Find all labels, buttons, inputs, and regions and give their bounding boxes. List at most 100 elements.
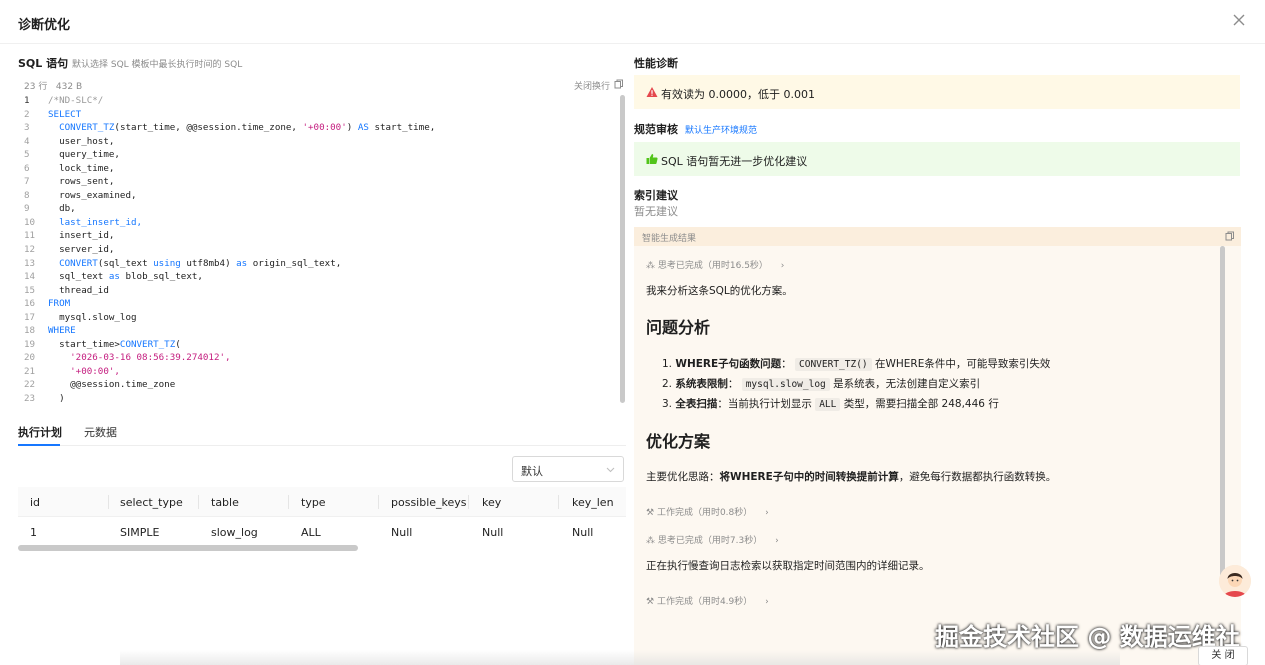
- tab-execution-plan[interactable]: 执行计划: [18, 424, 62, 440]
- plan-text: 主要优化思路：将WHERE子句中的时间转换提前计算，避免每行数据都执行函数转换。: [646, 471, 1057, 483]
- column-header: select_type: [120, 496, 183, 509]
- column-header: table: [211, 496, 239, 509]
- review-ok-text: SQL 语句暂无进一步优化建议: [661, 155, 808, 168]
- code-line: 21 '+00:00',: [24, 365, 120, 377]
- warning-icon: [646, 87, 658, 97]
- list-item: 3. 全表扫描：当前执行计划显示 ALL 类型，需要扫描全部 248,446 行: [662, 398, 999, 411]
- chevron-right-icon: ›: [765, 597, 769, 607]
- sql-section-hint: 默认选择 SQL 模板中最长执行时间的 SQL: [72, 60, 243, 70]
- thumbs-up-icon: [646, 154, 658, 164]
- ai-result-label: 智能生成结果: [642, 234, 697, 244]
- code-line: 13 CONVERT(sql_text using utf8mb4) as or…: [24, 257, 342, 269]
- sql-editor[interactable]: 23 行 432 B 关闭换行 1/*ND-SLC*/ 2 SELECT 3 CO…: [18, 76, 626, 406]
- problem-heading: 问题分析: [646, 318, 711, 337]
- plan-format-select[interactable]: 默认: [512, 456, 624, 482]
- code-line: 6 lock_time,: [24, 162, 115, 174]
- table-cell: slow_log: [211, 526, 258, 539]
- code-line: 5 query_time,: [24, 149, 120, 161]
- ai-intro-text: 我来分析这条SQL的优化方案。: [646, 285, 793, 297]
- table-cell: Null: [572, 526, 594, 539]
- chevron-right-icon: ›: [780, 261, 785, 271]
- warning-text: 有效读为 0.0000，低于 0.001: [661, 88, 815, 101]
- code-line: 23 ): [24, 393, 65, 405]
- perf-section-title: 性能诊断: [634, 57, 678, 70]
- list-item: 2. 系统表限制： mysql.slow_log 是系统表，无法创建自定义索引: [662, 378, 981, 391]
- table-row: 1 SIMPLE slow_log ALL Null Null Null: [18, 517, 626, 547]
- code-line: 15 thread_id: [24, 284, 109, 296]
- column-header: key: [482, 496, 502, 509]
- work-step[interactable]: ⚒ 工作完成（用时0.8秒） ›: [646, 505, 769, 518]
- wrap-toggle-button[interactable]: 关闭换行: [574, 79, 610, 92]
- thinking-step[interactable]: ⁂ 思考已完成（用时7.3秒） ›: [646, 533, 779, 546]
- watermark: 掘金技术社区 @ 数据运维社: [935, 623, 1240, 651]
- code-line: 8 rows_examined,: [24, 189, 137, 201]
- code-area[interactable]: 1/*ND-SLC*/ 2 SELECT 3 CONVERT_TZ(start_t…: [18, 94, 620, 406]
- table-cell: ALL: [301, 526, 321, 539]
- plan-heading: 优化方案: [646, 432, 711, 451]
- sparkle-icon: ⁂: [646, 261, 655, 271]
- work-step[interactable]: ⚒ 工作完成（用时4.9秒） ›: [646, 594, 769, 607]
- editor-toolbar: 23 行 432 B 关闭换行: [18, 76, 626, 94]
- dialog-header: 诊断优化: [0, 0, 1265, 44]
- table-cell: Null: [391, 526, 413, 539]
- column-header: type: [301, 496, 326, 509]
- thinking-step[interactable]: ⁂ 思考已完成（用时16.5秒） ›: [646, 258, 784, 271]
- code-line: 14 sql_text as blob_sql_text,: [24, 271, 203, 283]
- sql-section-title: SQL 语句: [18, 57, 69, 70]
- code-line: 20 '2026-03-16 08:56:39.274012',: [24, 352, 231, 364]
- avatar-icon: [1219, 565, 1251, 597]
- ai-result-header: 智能生成结果: [634, 227, 1241, 246]
- line-count: 23 行: [24, 82, 48, 92]
- review-section-title: 规范审核: [634, 123, 678, 136]
- assistant-avatar[interactable]: [1219, 565, 1251, 597]
- perf-warning-alert: 有效读为 0.0000，低于 0.001: [634, 75, 1240, 109]
- code-line: 19 start_time>CONVERT_TZ(: [24, 338, 181, 350]
- code-line: 2 SELECT: [24, 108, 82, 120]
- table-header: id select_type table type possible_keys …: [18, 487, 626, 517]
- table-scrollbar[interactable]: [18, 545, 358, 551]
- column-header: key_len: [572, 496, 614, 509]
- copy-icon[interactable]: [614, 79, 624, 89]
- close-icon[interactable]: [1231, 12, 1247, 28]
- chevron-right-icon: ›: [765, 508, 769, 518]
- copy-icon[interactable]: [1225, 231, 1235, 241]
- index-section-title: 索引建议: [634, 189, 678, 202]
- column-header: id: [30, 496, 41, 509]
- code-line: 3 CONVERT_TZ(start_time, @@session.time_…: [24, 122, 436, 134]
- sql-size: 432 B: [55, 82, 83, 92]
- code-line: 22 @@session.time_zone: [24, 379, 176, 391]
- code-line: 10 last_insert_id,: [24, 216, 143, 228]
- ai-result-panel: 智能生成结果 ⁂ 思考已完成（用时16.5秒） › 我来分析这条SQL的优化方案…: [634, 227, 1241, 665]
- dialog-title: 诊断优化: [18, 18, 71, 33]
- review-standard-link[interactable]: 默认生产环境规范: [685, 123, 757, 136]
- code-line: 12 server_id,: [24, 244, 115, 256]
- code-line: 1/*ND-SLC*/: [24, 95, 104, 106]
- exec-text: 正在执行慢查询日志检索以获取指定时间范围内的详细记录。: [646, 560, 930, 572]
- wrench-icon: ⚒: [646, 597, 655, 607]
- ai-scrollbar[interactable]: [1220, 246, 1225, 586]
- plan-tabs: 执行计划 元数据: [18, 420, 626, 446]
- select-value: 默认: [521, 465, 543, 478]
- code-line: 11 insert_id,: [24, 230, 115, 242]
- code-line: 7 rows_sent,: [24, 176, 115, 188]
- table-cell: 1: [30, 526, 37, 539]
- code-line: 9 db,: [24, 203, 76, 215]
- chevron-down-icon: [606, 467, 615, 473]
- code-line: 18 WHERE: [24, 325, 76, 337]
- sparkle-icon: ⁂: [646, 536, 655, 546]
- index-empty-text: 暂无建议: [634, 205, 678, 218]
- table-cell: SIMPLE: [120, 526, 160, 539]
- tab-metadata[interactable]: 元数据: [84, 424, 117, 440]
- chevron-right-icon: ›: [775, 536, 779, 546]
- table-cell: Null: [482, 526, 504, 539]
- close-button[interactable]: 关 闭: [1198, 646, 1248, 665]
- editor-scrollbar[interactable]: [620, 95, 625, 403]
- review-ok-alert: SQL 语句暂无进一步优化建议: [634, 142, 1240, 176]
- code-line: 16 FROM: [24, 298, 71, 310]
- active-tab-indicator: [18, 444, 60, 446]
- column-header: possible_keys: [391, 496, 467, 509]
- wrench-icon: ⚒: [646, 508, 655, 518]
- list-item: 1. WHERE子句函数问题： CONVERT_TZ() 在WHERE条件中，可…: [662, 358, 1051, 371]
- execution-plan-table: id select_type table type possible_keys …: [18, 487, 626, 547]
- code-line: 4 user_host,: [24, 135, 115, 147]
